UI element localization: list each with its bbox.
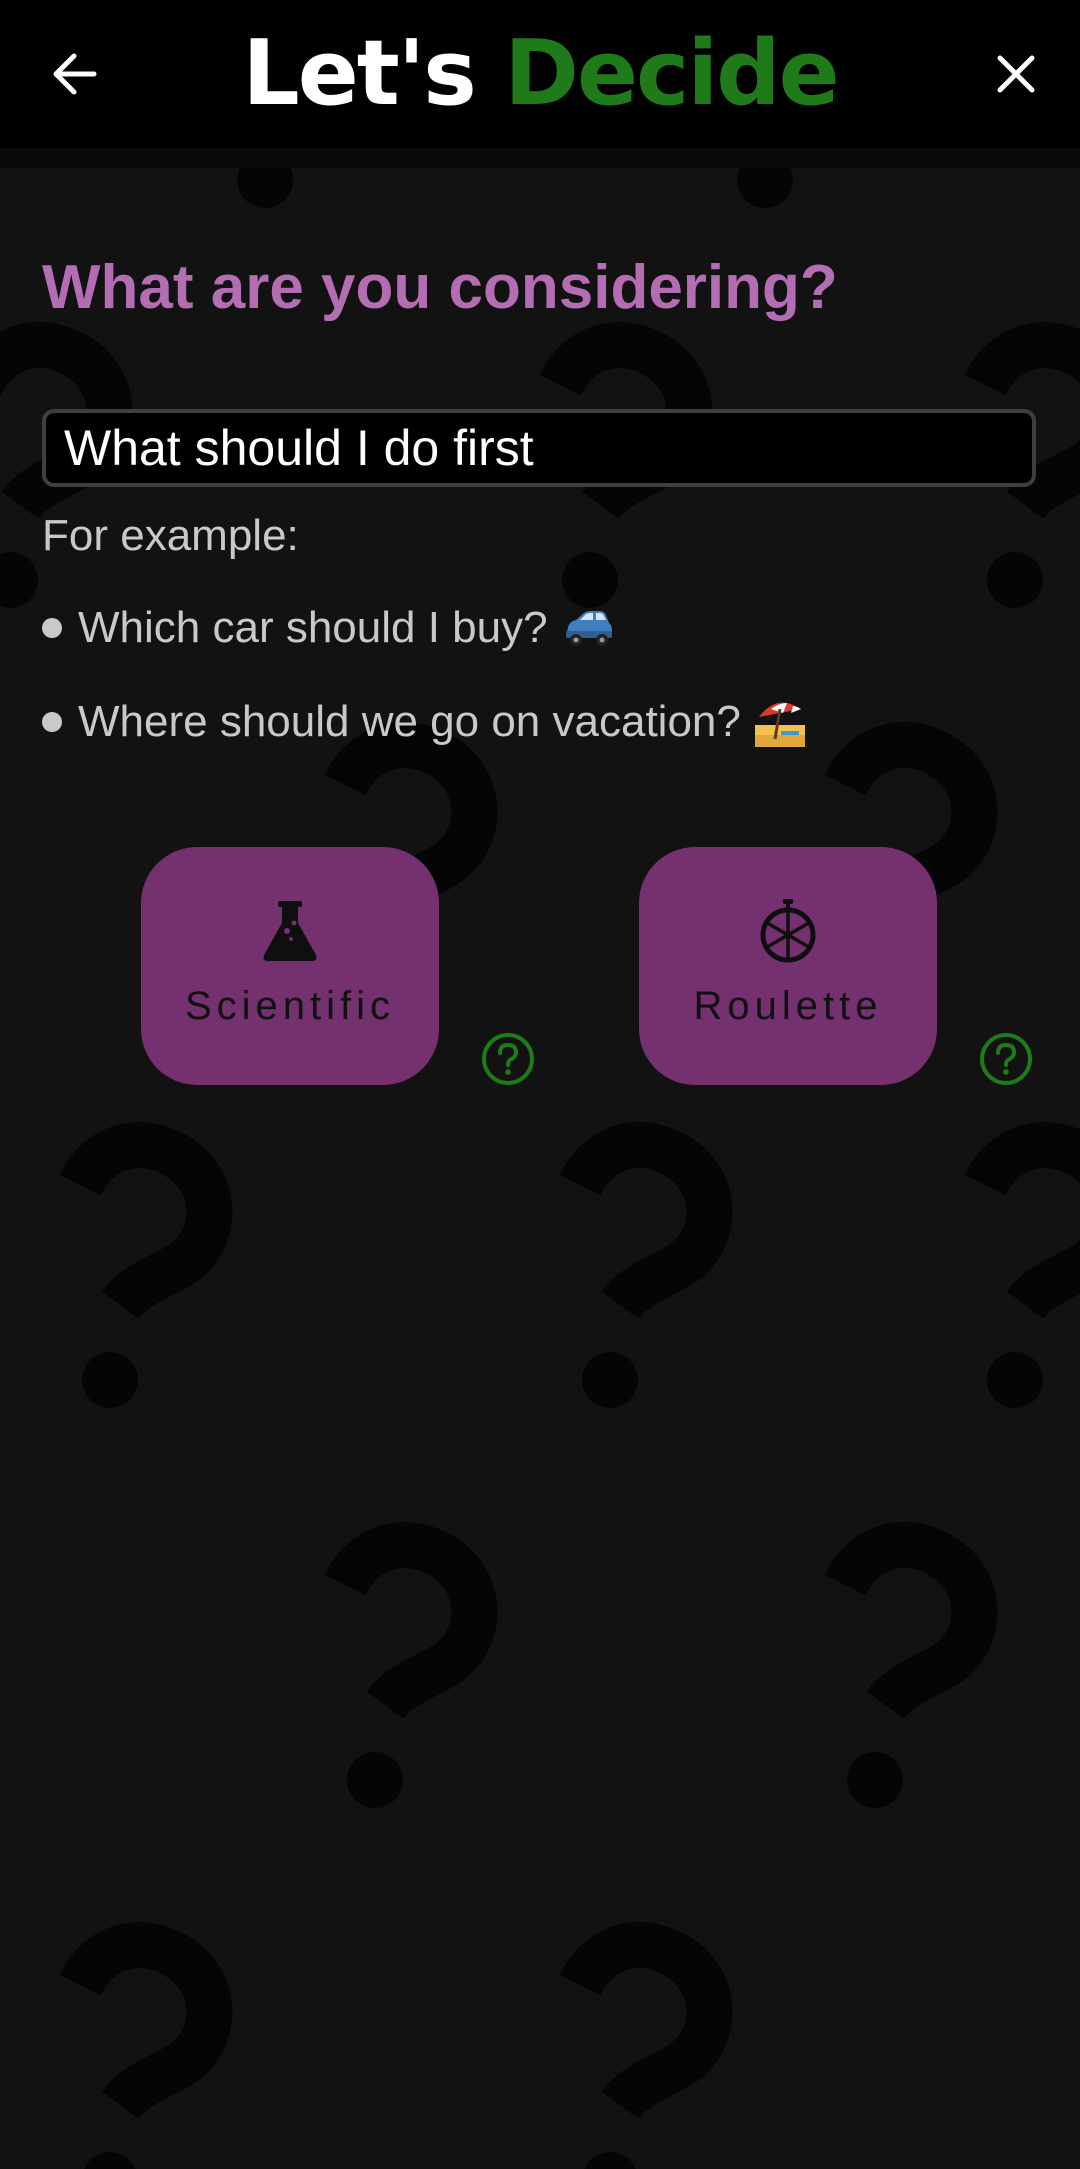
close-button[interactable] (976, 34, 1056, 114)
app-bar-divider (0, 148, 1080, 168)
app-title-decide: Decide (504, 21, 839, 126)
help-circle-icon (482, 1033, 534, 1085)
flask-icon (263, 901, 317, 961)
help-circle-icon (980, 1033, 1032, 1085)
bullet-icon (42, 618, 62, 638)
roulette-help-button[interactable] (979, 1032, 1033, 1086)
car-emoji-icon (565, 611, 612, 646)
main-content: What are you considering? For example: W… (0, 0, 1080, 2169)
decision-screen: Let's Decide What are you considering? F… (0, 0, 1080, 2169)
wheel-icon (760, 899, 816, 963)
scientific-help-button[interactable] (481, 1032, 535, 1086)
scientific-method-button[interactable]: Scientific (141, 847, 439, 1085)
close-icon (997, 55, 1035, 93)
app-bar: Let's Decide (0, 0, 1080, 148)
app-title-lets: Let's (242, 21, 477, 126)
example-item: Where should we go on vacation? (42, 692, 807, 752)
examples-label: For example: (42, 511, 299, 560)
bullet-icon (42, 712, 62, 732)
example-text: Which car should I buy? (78, 603, 548, 652)
roulette-method-button[interactable]: Roulette (639, 847, 937, 1085)
example-item: Which car should I buy? (42, 598, 614, 658)
scientific-label: Scientific (184, 984, 396, 1028)
example-text: Where should we go on vacation? (78, 697, 741, 746)
beach-umbrella-emoji-icon (754, 702, 805, 747)
decision-question-input[interactable] (42, 409, 1036, 487)
app-title: Let's Decide (0, 18, 1080, 130)
question-heading: What are you considering? (42, 253, 838, 322)
roulette-label: Roulette (693, 984, 883, 1028)
